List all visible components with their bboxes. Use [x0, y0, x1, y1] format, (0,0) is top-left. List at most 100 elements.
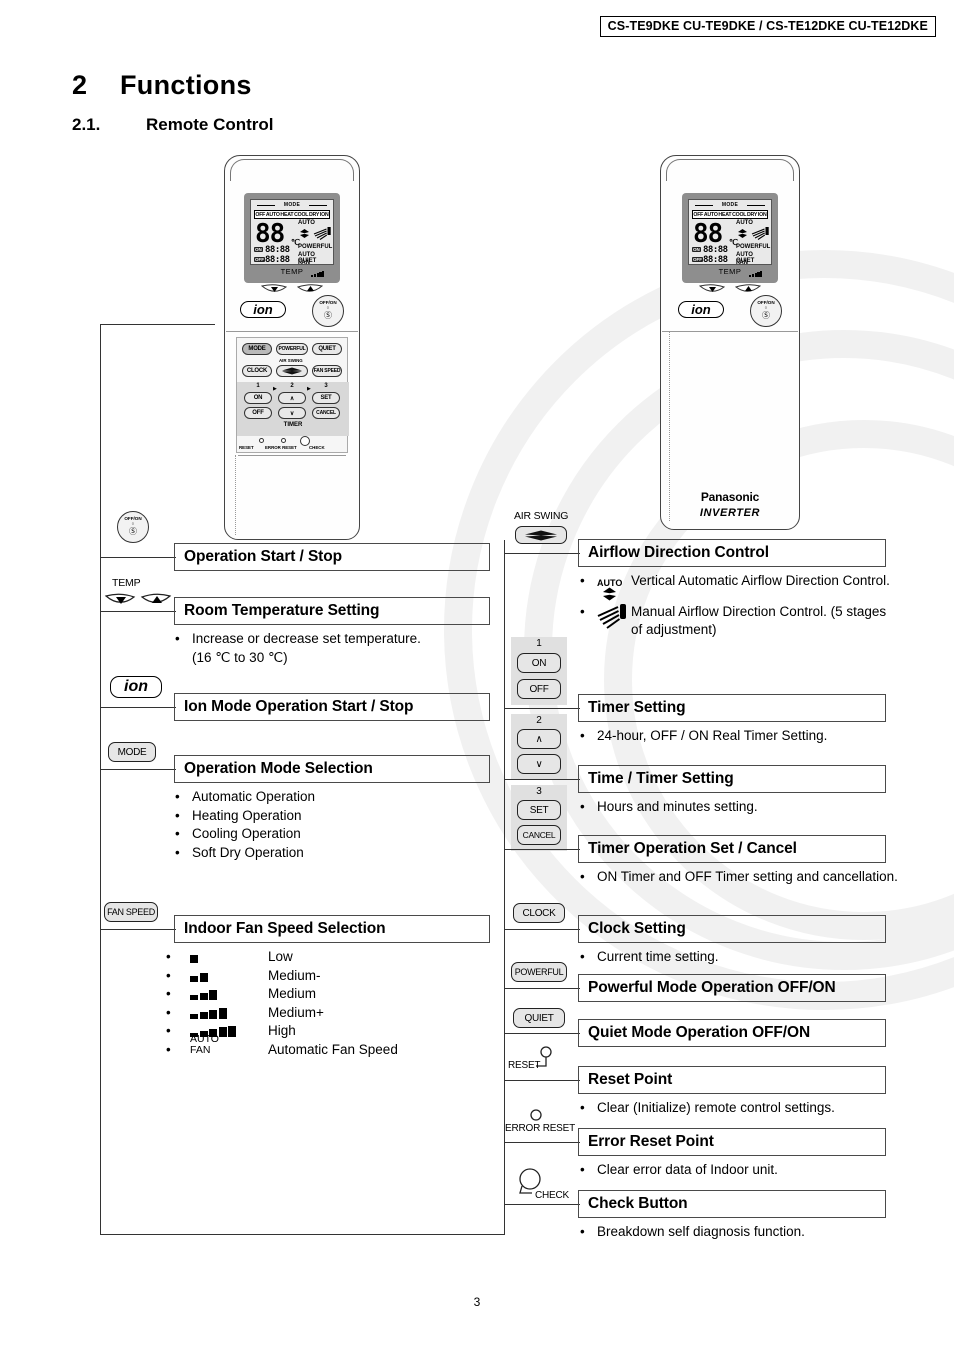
power-symbol-icon: Ⓢ [129, 527, 137, 536]
bullet-dot: • [580, 1100, 585, 1115]
lcd-on-tag: ON [254, 247, 263, 252]
temp-up-key-icon[interactable] [735, 283, 761, 295]
callout-lead-line [100, 611, 176, 612]
air-swing-button[interactable] [276, 365, 308, 377]
callout-details-timer-setting: • 24-hour, OFF / ON Real Timer Setting. [580, 727, 900, 746]
lcd-mode-ion: ION [757, 211, 767, 218]
quiet-button[interactable]: QUIET [312, 343, 342, 355]
callout-indoor-fan-speed-selection: Indoor Fan Speed Selection [174, 915, 490, 943]
air-swing-diamond-icon [282, 367, 302, 375]
lcd-auto-swing-label: AUTO [736, 220, 753, 226]
callout-title: Quiet Mode Operation OFF/ON [588, 1024, 811, 1041]
auto-fan-line2: FAN [190, 1043, 211, 1056]
error-reset-mini-label: ERROR RESET [265, 445, 297, 450]
temp-up-key-icon[interactable] [297, 283, 323, 295]
powerful-button[interactable]: POWERFUL [276, 343, 308, 355]
fan-speed-button[interactable]: FAN SPEED [312, 365, 342, 377]
callout-title: Reset Point [588, 1071, 673, 1088]
left-bracket-bottom [100, 1234, 505, 1235]
timer-step-3-label: 3 [536, 786, 542, 797]
mode-button[interactable]: MODE [242, 343, 272, 355]
bullet-dot: • [166, 967, 171, 983]
callout-title: Powerful Mode Operation OFF/ON [588, 979, 836, 996]
bullet-dot: • [580, 869, 585, 884]
fan-speed-label: Medium+ [268, 1004, 324, 1020]
lcd-mode-label: MODE [689, 202, 771, 208]
callout-lead-line [100, 707, 176, 708]
timer-section: 1 2 3 ▶ ▶ ON ∧ SET OFF ∨ CANCEL TIMER [237, 382, 349, 436]
timer-set-button[interactable]: SET [312, 392, 340, 404]
page-title: 2 Functions [72, 70, 252, 101]
ion-button[interactable]: ion [678, 301, 724, 318]
ion-icon: ion [110, 676, 162, 698]
temp-down-key-icon[interactable] [699, 283, 725, 295]
callout-title: Time / Timer Setting [588, 770, 734, 787]
timer-on-key-icon: ON [517, 653, 561, 673]
fan-speed-label: Medium [268, 986, 317, 1001]
power-button[interactable]: OFF/ON ○ Ⓢ [312, 295, 344, 327]
temp-keys-group[interactable] [224, 283, 360, 295]
temp-keys-group[interactable] [660, 283, 800, 295]
check-icon-label: CHECK [535, 1190, 570, 1201]
arrow-marker-icon: ▶ [273, 386, 277, 392]
bullet-dot: • [580, 799, 585, 814]
detail-text: 24-hour, OFF / ON Real Timer Setting. [597, 728, 828, 743]
lcd-fan-label: FAN [298, 260, 310, 266]
ion-button[interactable]: ion [240, 301, 286, 318]
cancel-key-icon: CANCEL [517, 825, 561, 845]
lcd-mode-row: OFF AUTO HEAT COOL DRY ION [692, 210, 768, 219]
bullet-dot: • [580, 1162, 585, 1177]
fan-speed-label: High [268, 1023, 296, 1038]
power-symbol-icon: Ⓢ [324, 311, 332, 320]
error-reset-icon-label: ERROR RESET [505, 1123, 576, 1134]
bullet-dot: • [166, 1004, 171, 1020]
lcd-auto-swing-icon [300, 229, 309, 238]
brand-sub-label: INVERTER [699, 507, 761, 519]
subsection-title: 2.1. Remote Control [72, 115, 274, 135]
bullet-dot: • [166, 949, 171, 964]
error-reset-point-dot-icon[interactable] [281, 438, 286, 443]
temp-down-key-icon[interactable] [261, 283, 287, 295]
error-reset-point-icon [530, 1109, 542, 1121]
lcd-mode-auto: AUTO [703, 211, 718, 218]
power-button[interactable]: OFF/ON ○ Ⓢ [750, 295, 782, 327]
detail-text: ON Timer and OFF Timer setting and cance… [597, 869, 898, 884]
lcd-on-time: 88:88 [703, 245, 728, 255]
timer-up-button[interactable]: ∧ [278, 392, 306, 404]
arrow-down-key-icon: ∨ [517, 754, 561, 774]
callout-title: Timer Setting [588, 699, 686, 716]
callout-title: Room Temperature Setting [184, 602, 380, 619]
timer-on-off-button-icon: 1 ON OFF [511, 637, 567, 705]
bullet-dot: • [166, 986, 171, 1001]
lcd-screen: MODE OFF AUTO HEAT COOL DRY ION 88 ℃ 88:… [250, 199, 334, 277]
remote-control-closed-illustration: MODE OFF AUTO HEAT COOL DRY ION 88 ℃ 88:… [660, 155, 800, 530]
detail-text: Breakdown self diagnosis function. [597, 1224, 805, 1239]
callout-operation-mode-selection: Operation Mode Selection [174, 755, 490, 783]
timer-down-button[interactable]: ∨ [278, 407, 306, 419]
timer-off-button[interactable]: OFF [244, 407, 272, 419]
detail-text: Current time setting. [597, 949, 719, 964]
callout-title: Operation Mode Selection [184, 760, 373, 777]
callout-details-check: • Breakdown self diagnosis function. [580, 1223, 900, 1242]
timer-step-1-label: 1 [256, 383, 260, 389]
lcd-louver-icon [313, 227, 331, 240]
fan-bars-3-icon [190, 988, 268, 1001]
clock-button[interactable]: CLOCK [242, 365, 272, 377]
callout-lead-line [504, 1080, 580, 1081]
lcd-mode-heat: HEAT [280, 211, 294, 218]
detail-text: Automatic Operation [192, 789, 316, 804]
timer-cancel-button[interactable]: CANCEL [312, 407, 340, 419]
fan-bars-1-icon [190, 951, 268, 964]
callout-lead-line [100, 557, 176, 558]
temp-down-icon [104, 593, 136, 604]
timer-on-button[interactable]: ON [244, 392, 272, 404]
callout-details-airflow: • AUTO Vertical Automatic Airflow Direct… [580, 572, 900, 640]
bullet-dot: • [580, 603, 585, 619]
callout-clock-setting: Clock Setting [578, 915, 886, 943]
lcd-mode-auto: AUTO [265, 211, 280, 218]
lcd-bezel: MODE OFF AUTO HEAT COOL DRY ION 88 ℃ 88:… [682, 193, 778, 283]
reset-point-dot-icon[interactable] [259, 438, 264, 443]
callout-lead-line [504, 929, 580, 930]
subsection-number: 2.1. [72, 115, 101, 134]
power-symbol-icon: Ⓢ [762, 311, 770, 320]
